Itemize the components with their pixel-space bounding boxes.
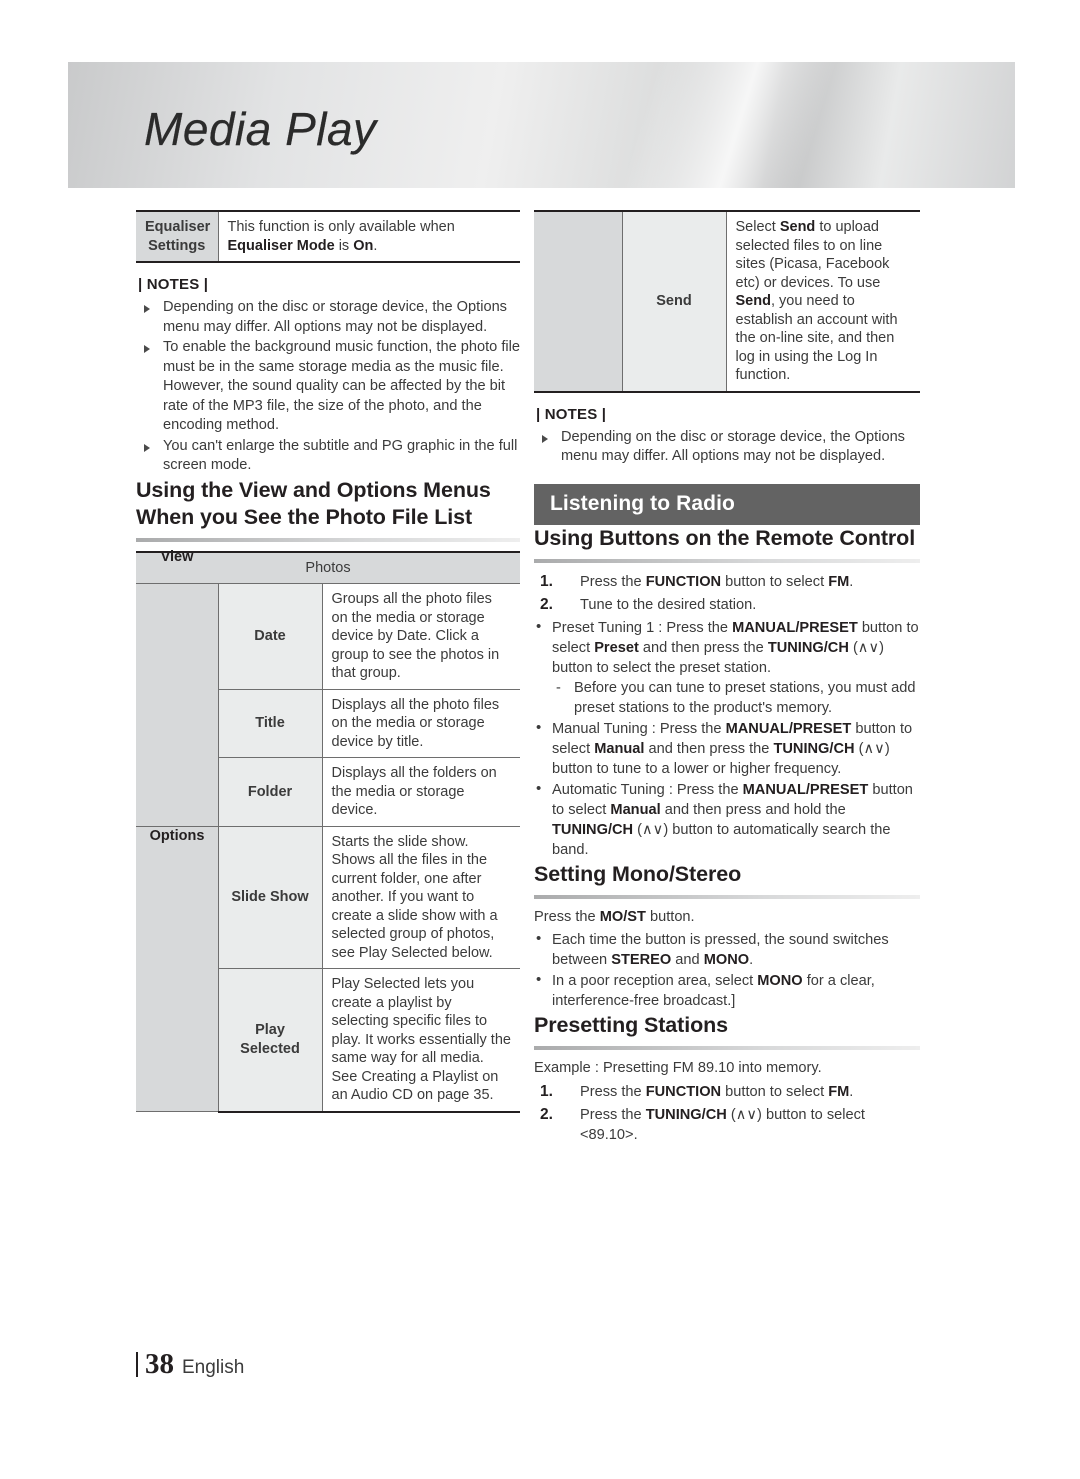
tuning-bullets: Preset Tuning 1 : Press the MANUAL/PRESE… [534, 617, 920, 860]
left-column: Equaliser Settings This function is only … [136, 210, 521, 1113]
send-option-table: Send Select Send to upload selected file… [534, 210, 920, 393]
row-label-slide-show: Slide Show [217, 825, 323, 969]
notes-list-left: Depending on the disc or storage device,… [136, 298, 520, 476]
mono-stereo-intro: Press the MO/ST button. [534, 908, 695, 925]
table-row: Date Groups all the photo files on the m… [136, 583, 521, 827]
step-text: Press the FUNCTION button to select FM. [580, 1083, 854, 1100]
step-number: 2. [540, 595, 553, 613]
step-item: 1. Press the FUNCTION button to select F… [534, 1082, 920, 1102]
heading-rule [534, 558, 920, 563]
row-label-title: Title [217, 688, 323, 758]
equaliser-settings-label: Equaliser Settings [136, 210, 219, 263]
presetting-example: Example : Presetting FM 89.10 into memor… [534, 1060, 822, 1076]
step-text: Press the TUNING/CH (∧∨) button to selec… [580, 1106, 865, 1143]
page-footer: 38 English [136, 1348, 244, 1381]
step-number: 1. [540, 572, 553, 590]
page-number: 38 [145, 1348, 174, 1380]
right-column: Send Select Send to upload selected file… [534, 210, 920, 1148]
step-text: Tune to the desired station. [580, 596, 757, 613]
notes-title-right: | NOTES | [536, 405, 607, 423]
group-label-view: View [160, 548, 194, 565]
note-item: Depending on the disc or storage device,… [534, 428, 920, 467]
equaliser-settings-table: Equaliser Settings This function is only … [136, 210, 520, 263]
row-label-play-selected: Play Selected [217, 968, 323, 1113]
equaliser-settings-description: This function is only available when Equ… [217, 210, 520, 263]
sub-bullets: Before you can tune to preset stations, … [552, 678, 920, 718]
section-bar-listening-to-radio: Listening to Radio [534, 483, 920, 525]
sub-bullet-item: Before you can tune to preset stations, … [552, 678, 920, 718]
notes-title-left: | NOTES | [138, 276, 209, 293]
heading-mono-stereo: Setting Mono/Stereo [534, 861, 742, 886]
table-row: Equaliser Settings This function is only … [136, 210, 520, 263]
send-group-spacer [534, 210, 623, 393]
chapter-banner: Media Play [68, 62, 1015, 188]
heading-rule [136, 537, 520, 542]
row-desc-slide-show: Starts the slide show. Shows all the fil… [321, 825, 521, 969]
row-desc-folder: Displays all the folders on the media or… [321, 757, 521, 827]
remote-control-steps: 1. Press the FUNCTION button to select F… [534, 572, 920, 615]
bullet-item: In a poor reception area, select MONO fo… [534, 970, 920, 1011]
mono-stereo-bullets: Each time the button is pressed, the sou… [534, 929, 920, 1011]
row-label-folder: Folder [217, 757, 323, 827]
row-desc-send: Select Send to upload selected files to … [725, 210, 920, 393]
row-desc-date: Groups all the photo files on the media … [321, 583, 521, 690]
section-heading-view-options: Using the View and Options Menus When yo… [136, 477, 491, 529]
row-desc-title: Displays all the photo files on the medi… [321, 688, 521, 758]
note-item: Depending on the disc or storage device,… [136, 298, 520, 337]
step-item: 1. Press the FUNCTION button to select F… [534, 572, 920, 592]
note-item: To enable the background music function,… [136, 338, 520, 436]
options-group-spacer [136, 825, 219, 1112]
row-label-send: Send [621, 210, 727, 393]
step-text: Press the FUNCTION button to select FM. [580, 573, 854, 590]
chapter-title: Media Play [144, 103, 377, 155]
step-number: 2. [540, 1105, 553, 1123]
row-label-date: Date [217, 583, 323, 690]
footer-tick [136, 1352, 138, 1377]
group-label-options: Options [149, 827, 205, 844]
table-row: Send Select Send to upload selected file… [534, 210, 920, 393]
step-item: 2. Tune to the desired station. [534, 595, 920, 615]
bullet-item: Each time the button is pressed, the sou… [534, 929, 920, 970]
view-group-spacer [136, 583, 219, 827]
bullet-item: Manual Tuning : Press the MANUAL/PRESET … [534, 718, 920, 779]
step-item: 2. Press the TUNING/CH (∧∨) button to se… [534, 1105, 920, 1145]
table-row: Slide Show Starts the slide show. Shows … [136, 825, 521, 1112]
bullet-item: Preset Tuning 1 : Press the MANUAL/PRESE… [534, 617, 920, 718]
note-item: You can't enlarge the subtitle and PG gr… [136, 437, 520, 476]
page-language: English [182, 1357, 245, 1378]
step-number: 1. [540, 1082, 553, 1100]
heading-rule [534, 894, 920, 899]
heading-rule [534, 1046, 920, 1050]
presetting-steps: 1. Press the FUNCTION button to select F… [534, 1082, 920, 1145]
notes-list-right: Depending on the disc or storage device,… [534, 428, 920, 467]
row-desc-play-selected: Play Selected lets you create a playlist… [321, 968, 521, 1113]
bullet-item: Automatic Tuning : Press the MANUAL/PRES… [534, 779, 920, 860]
heading-presetting-stations: Presetting Stations [534, 1013, 729, 1037]
heading-remote-control: Using Buttons on the Remote Control [534, 525, 916, 550]
